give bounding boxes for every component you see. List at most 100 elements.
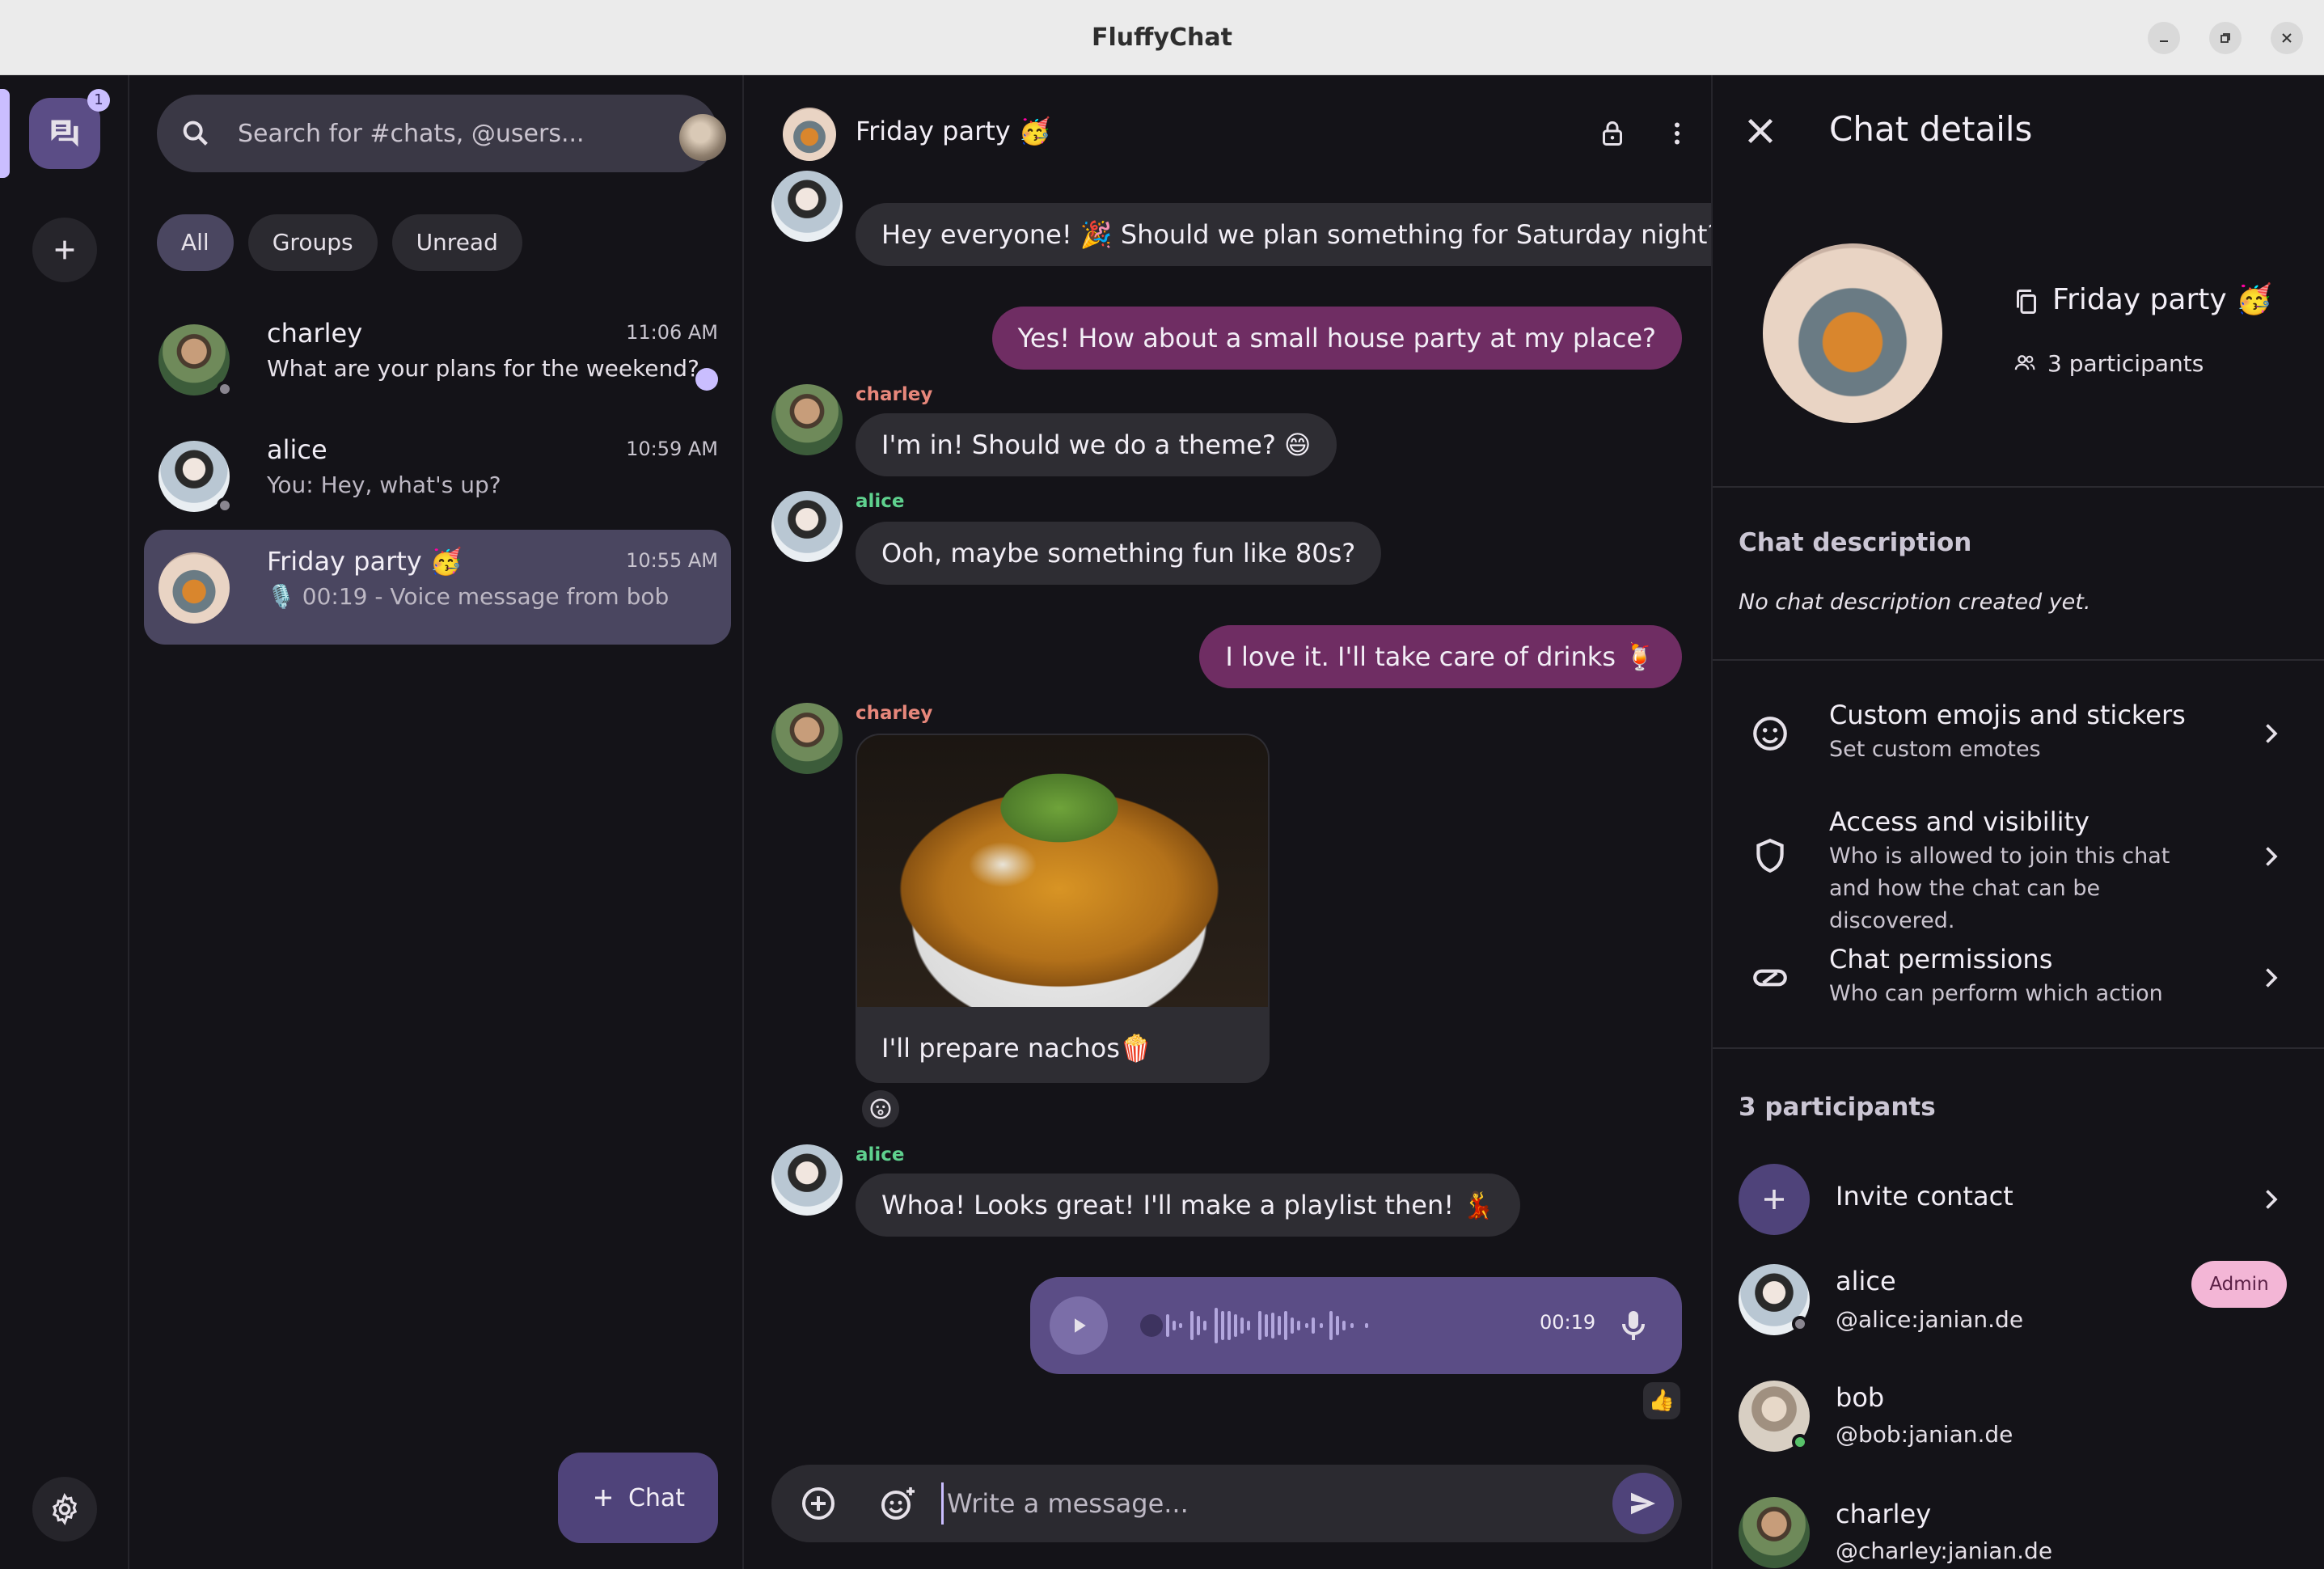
unread-indicator bbox=[695, 368, 718, 391]
chat-list-item-charley[interactable]: charley 11:06 AM What are your plans for… bbox=[144, 302, 731, 417]
details-title: Chat details bbox=[1829, 109, 2033, 149]
group-name[interactable]: Friday party 🥳 bbox=[2052, 282, 2272, 316]
setting-subtitle: Who is allowed to join this chat and how… bbox=[1829, 844, 2170, 933]
sender-name: alice bbox=[856, 1144, 905, 1165]
more-vert-icon bbox=[1675, 122, 1680, 145]
new-chat-label: Chat bbox=[627, 1483, 686, 1512]
encryption-button[interactable] bbox=[1593, 114, 1632, 153]
voice-message[interactable]: 00:19 bbox=[1030, 1277, 1682, 1374]
add-attachment-icon[interactable] bbox=[799, 1484, 838, 1523]
message-bubble-own[interactable]: Yes! How about a small house party at my… bbox=[991, 307, 1682, 370]
search-bar[interactable] bbox=[157, 95, 726, 172]
unread-count-badge: 1 bbox=[87, 89, 110, 112]
image-message[interactable]: I'll prepare nachos🍿 bbox=[856, 734, 1270, 1083]
emoji-icon bbox=[870, 1098, 891, 1119]
plus-icon bbox=[594, 1490, 611, 1506]
close-icon bbox=[2282, 33, 2292, 43]
message-avatar[interactable] bbox=[771, 384, 843, 455]
add-space-button[interactable] bbox=[32, 218, 97, 282]
message-bubble[interactable]: I'm in! Should we do a theme? 😄 bbox=[856, 413, 1337, 476]
chat-avatar[interactable] bbox=[783, 108, 836, 161]
message-avatar[interactable] bbox=[771, 491, 843, 562]
group-avatar[interactable] bbox=[1763, 243, 1942, 423]
participant-name: bob bbox=[1836, 1382, 1885, 1413]
microphone-icon bbox=[1622, 1311, 1645, 1340]
presence-indicator bbox=[1792, 1316, 1808, 1332]
message-bubble[interactable]: Ooh, maybe something fun like 80s? bbox=[856, 522, 1382, 585]
description-heading: Chat description bbox=[1739, 528, 1972, 557]
nachos-photo[interactable] bbox=[857, 735, 1268, 1007]
filter-chip-unread[interactable]: Unread bbox=[391, 214, 522, 271]
send-icon bbox=[1631, 1492, 1655, 1515]
close-window-button[interactable] bbox=[2271, 22, 2303, 54]
message-bubble-own[interactable]: I love it. I'll take care of drinks 🍹 bbox=[1199, 625, 1682, 688]
chevron-right-icon bbox=[2266, 847, 2278, 866]
chat-list-item-alice[interactable]: alice 10:59 AM You: Hey, what's up? bbox=[144, 418, 731, 533]
participant-id: @bob:janian.de bbox=[1836, 1421, 2013, 1448]
chats-nav-button[interactable] bbox=[29, 98, 100, 169]
new-chat-button[interactable]: Chat bbox=[558, 1453, 718, 1543]
setting-title: Access and visibility bbox=[1829, 806, 2089, 837]
avatar bbox=[1739, 1497, 1810, 1568]
maximize-button[interactable] bbox=[2209, 22, 2242, 54]
avatar bbox=[158, 552, 230, 624]
chat-details-panel: Chat details Friday party 🥳 3 participan… bbox=[1711, 75, 2324, 1569]
invite-label: Invite contact bbox=[1836, 1181, 2013, 1212]
add-reaction-button[interactable] bbox=[862, 1090, 899, 1127]
close-icon[interactable] bbox=[1742, 112, 1779, 150]
send-button[interactable] bbox=[1612, 1473, 1674, 1534]
sender-name: charley bbox=[856, 384, 933, 405]
participant-name: charley bbox=[1836, 1499, 1932, 1529]
chat-bubbles-icon bbox=[51, 120, 78, 147]
people-icon bbox=[2014, 355, 2035, 370]
presence-indicator bbox=[217, 497, 233, 514]
gear-icon bbox=[52, 1493, 78, 1525]
copy-icon[interactable] bbox=[2012, 287, 2041, 316]
play-button[interactable] bbox=[1050, 1296, 1108, 1355]
rail-selected-indicator bbox=[0, 89, 10, 178]
chat-preview: What are your plans for the weekend? bbox=[267, 355, 699, 382]
filter-chips: All Groups Unread bbox=[157, 214, 522, 271]
presence-indicator bbox=[1792, 1434, 1808, 1450]
setting-title: Chat permissions bbox=[1829, 944, 2053, 975]
message-avatar[interactable] bbox=[771, 171, 843, 242]
shield-icon bbox=[1756, 838, 1784, 873]
filter-chip-all[interactable]: All bbox=[157, 214, 234, 271]
sender-name: charley bbox=[856, 703, 933, 724]
sender-name: alice bbox=[856, 491, 905, 512]
plus-icon bbox=[55, 240, 74, 260]
chat-name: charley bbox=[267, 318, 363, 349]
admin-badge: Admin bbox=[2191, 1261, 2287, 1308]
participant-id: @alice:janian.de bbox=[1836, 1306, 2024, 1333]
chat-preview: You: Hey, what's up? bbox=[267, 472, 501, 498]
more-options-button[interactable] bbox=[1658, 114, 1697, 153]
chat-time: 10:55 AM bbox=[626, 549, 718, 572]
waveform bbox=[1140, 1308, 1368, 1343]
user-avatar[interactable] bbox=[679, 114, 726, 161]
chat-header: Friday party 🥳 bbox=[746, 75, 1709, 188]
message-bubble[interactable]: Whoa! Looks great! I'll make a playlist … bbox=[856, 1174, 1521, 1237]
filter-chip-groups[interactable]: Groups bbox=[247, 214, 378, 271]
message-bubble[interactable]: Hey everyone! 🎉 Should we plan something… bbox=[856, 203, 1747, 266]
minimize-button[interactable] bbox=[2148, 22, 2180, 54]
permission-icon bbox=[1753, 969, 1787, 987]
divider bbox=[1713, 486, 2324, 488]
presence-indicator bbox=[217, 381, 233, 397]
play-icon bbox=[1075, 1318, 1086, 1333]
chat-list-item-friday-party[interactable]: Friday party 🥳 10:55 AM 🎙️ 00:19 - Voice… bbox=[144, 530, 731, 645]
emoji-picker-icon[interactable] bbox=[878, 1484, 917, 1523]
reaction-chip[interactable]: 👍 bbox=[1643, 1382, 1680, 1419]
search-input[interactable] bbox=[238, 112, 626, 154]
message-input[interactable] bbox=[941, 1482, 1572, 1525]
chat-title[interactable]: Friday party 🥳 bbox=[856, 116, 1051, 146]
search-icon bbox=[183, 121, 208, 146]
setting-subtitle: Set custom emotes bbox=[1829, 737, 2041, 762]
settings-button[interactable] bbox=[32, 1477, 97, 1542]
participants-count[interactable]: 3 participants bbox=[2047, 350, 2204, 377]
setting-title: Custom emojis and stickers bbox=[1829, 700, 2186, 730]
message-avatar[interactable] bbox=[771, 703, 843, 774]
chevron-right-icon bbox=[2266, 968, 2278, 987]
message-avatar[interactable] bbox=[771, 1144, 843, 1216]
navigation-rail: 1 bbox=[0, 75, 129, 1569]
divider bbox=[1713, 659, 2324, 661]
